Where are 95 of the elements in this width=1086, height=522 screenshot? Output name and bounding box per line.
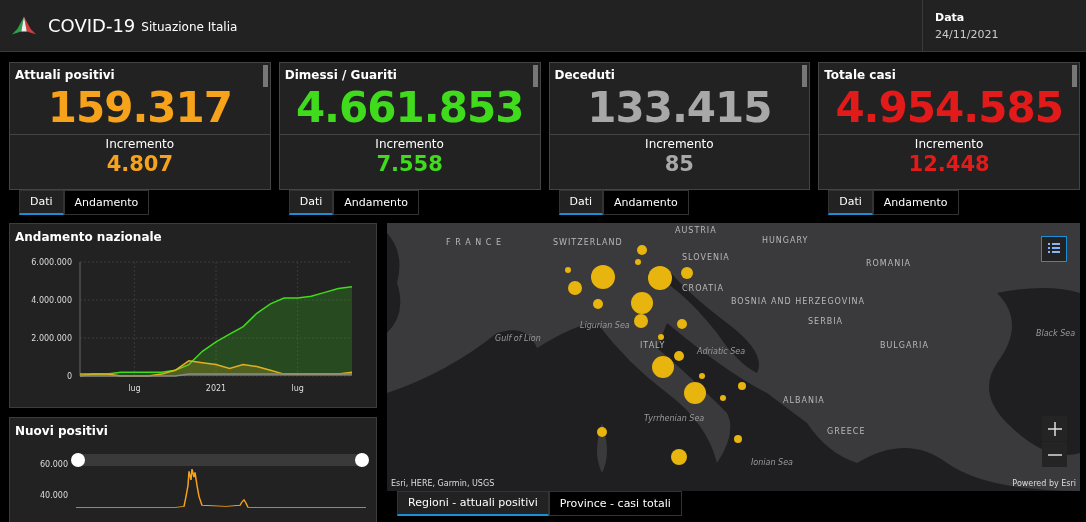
tab[interactable]: Dati (558, 190, 604, 215)
stat-value: 159.317 (47, 82, 232, 134)
map-attribution: Esri, HERE, Garmin, USGS (391, 479, 495, 488)
map-label: Black Sea (1036, 329, 1076, 338)
map-label: BULGARIA (880, 341, 929, 350)
tab[interactable]: Andamento (63, 190, 150, 215)
zoom-in-button[interactable] (1042, 416, 1067, 441)
stat-value: 4.661.853 (295, 82, 524, 134)
plus-icon (1047, 421, 1062, 436)
slider-handle[interactable] (355, 453, 369, 467)
app-subtitle: Situazione Italia (141, 20, 238, 34)
increment-label: Incremento (914, 137, 984, 151)
increment-value: 85 (664, 151, 694, 177)
y-tick-label: 60.000 (40, 460, 68, 469)
tab[interactable]: Andamento (333, 190, 420, 215)
map-label: F R A N C E (446, 238, 502, 247)
data-bubble[interactable] (652, 356, 674, 378)
map-label: Ionian Sea (751, 458, 793, 467)
data-bubble[interactable] (648, 266, 672, 290)
y-tick-label: 6.000.000 (31, 258, 72, 267)
increment-label: Incremento (645, 137, 714, 151)
data-bubble[interactable] (738, 382, 746, 390)
scrollbar[interactable] (802, 65, 808, 87)
y-tick-label: 2.000.000 (31, 334, 72, 343)
data-bubble[interactable] (658, 334, 664, 340)
increment-value: 4.807 (106, 151, 174, 177)
increment-label: Incremento (105, 137, 175, 151)
data-bubble[interactable] (631, 292, 653, 314)
tab[interactable]: Andamento (872, 190, 959, 215)
data-bubble[interactable] (720, 395, 726, 401)
data-bubble[interactable] (597, 427, 607, 437)
card-title: Attuali positivi (14, 67, 115, 82)
data-bubble[interactable] (568, 281, 582, 295)
map-label: Ligurian Sea (580, 321, 630, 330)
data-bubble[interactable] (674, 351, 684, 361)
map-label: GREECE (827, 427, 866, 436)
x-tick-label: lug (128, 384, 141, 393)
map-label: Gulf of Lion (495, 334, 541, 343)
map-label: SWITZERLAND (553, 238, 623, 247)
map-label: SLOVENIA (682, 253, 730, 262)
data-bubble[interactable] (593, 299, 603, 309)
range-slider[interactable] (71, 452, 369, 468)
stat-value: 133.415 (587, 82, 772, 134)
list-icon (1047, 242, 1061, 256)
map[interactable] (387, 223, 1080, 491)
map-label: AUSTRIA (675, 226, 717, 235)
panel-title: Andamento nazionale (14, 229, 162, 244)
map-label: Adriatic Sea (697, 347, 746, 356)
x-tick-label: 2021 (205, 384, 227, 393)
card-title: Totale casi (823, 67, 896, 82)
y-tick-label: 40.000 (40, 491, 68, 500)
data-bubble[interactable] (591, 265, 615, 289)
tab[interactable]: Province - casi totali (548, 491, 682, 516)
tab[interactable]: Dati (19, 190, 64, 215)
y-tick-label: 0 (66, 372, 72, 381)
increment-label: Incremento (375, 137, 444, 151)
map-label: SERBIA (808, 317, 843, 326)
y-tick-label: 4.000.000 (31, 296, 72, 305)
card-title: Dimessi / Guariti (283, 67, 397, 82)
scrollbar[interactable] (532, 65, 538, 87)
map-label: ALBANIA (783, 396, 825, 405)
tab[interactable]: Dati (828, 190, 873, 215)
slider-handle[interactable] (71, 453, 85, 467)
zoom-out-button[interactable] (1042, 442, 1067, 467)
data-bubble[interactable] (699, 373, 705, 379)
map-label: Tyrrhenian Sea (644, 414, 705, 423)
panel-title: Nuovi positivi (14, 423, 108, 438)
tab[interactable]: Dati (288, 190, 334, 215)
map-label: BOSNIA AND HERZEGOVINA (731, 297, 866, 306)
map-label: CROATIA (682, 284, 724, 293)
scrollbar[interactable] (1072, 65, 1077, 87)
legend-button[interactable] (1041, 236, 1067, 262)
powered-by-label: Powered by Esri (1012, 479, 1076, 488)
data-bubble[interactable] (684, 382, 706, 404)
stat-value: 4.954.585 (835, 82, 1063, 134)
map-label: HUNGARY (762, 236, 809, 245)
increment-value: 12.448 (908, 151, 990, 177)
scrollbar[interactable] (262, 65, 268, 87)
app-title: COVID-19 (48, 15, 136, 36)
data-bubble[interactable] (681, 267, 693, 279)
data-bubble[interactable] (671, 449, 687, 465)
data-bubble[interactable] (634, 314, 648, 328)
minus-icon (1047, 453, 1062, 456)
card-title: Deceduti (553, 67, 615, 82)
increment-value: 7.558 (376, 151, 443, 177)
tab[interactable]: Andamento (603, 190, 689, 215)
map-label: ROMANIA (866, 259, 912, 268)
data-bubble[interactable] (565, 267, 571, 273)
data-bubble[interactable] (734, 435, 742, 443)
tab[interactable]: Regioni - attuali positivi (397, 491, 549, 516)
map-label: ITALY (640, 341, 666, 350)
x-tick-label: lug (291, 384, 304, 393)
data-bubble[interactable] (677, 319, 687, 329)
date-label: Data (935, 10, 966, 24)
date-value: 24/11/2021 (935, 27, 1000, 41)
